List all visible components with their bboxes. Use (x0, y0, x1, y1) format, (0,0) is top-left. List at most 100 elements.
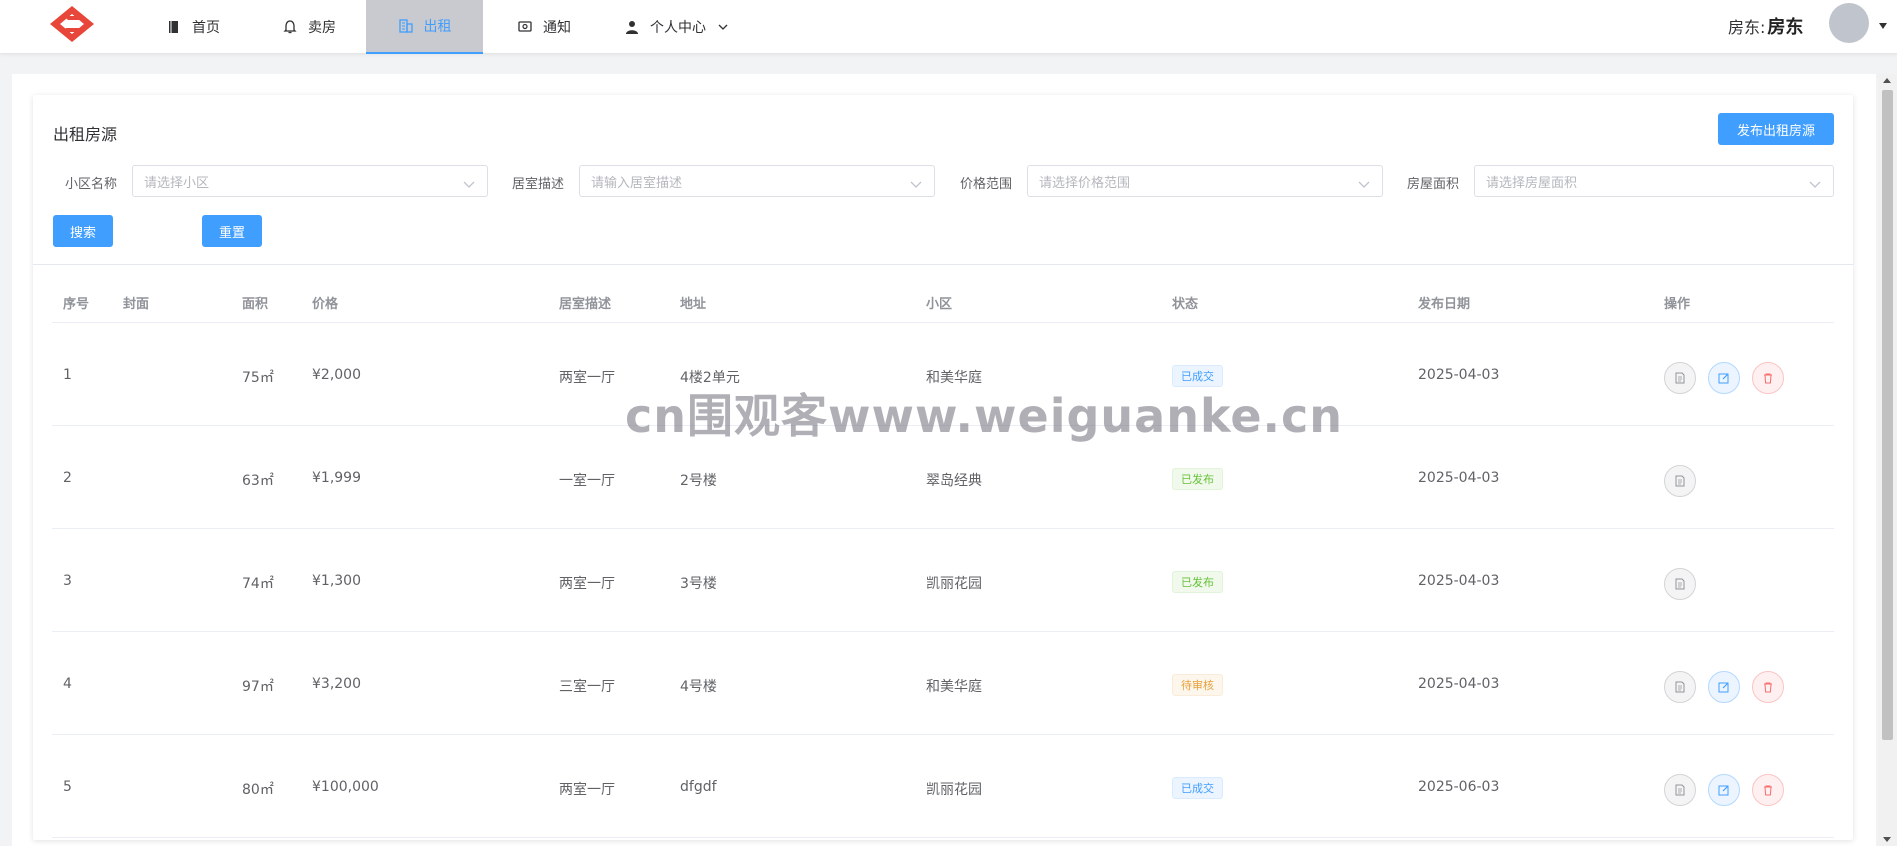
message-icon (517, 19, 533, 35)
cell-no: 4 (63, 676, 72, 692)
chevron-down-icon (910, 178, 922, 188)
user-icon (624, 19, 640, 35)
cell-price: ¥100,000 (312, 779, 379, 795)
delete-button[interactable] (1752, 362, 1784, 394)
avatar[interactable] (1829, 3, 1869, 43)
brand-logo[interactable] (44, 4, 100, 42)
cell-room: 两室一厅 (559, 782, 615, 798)
cell-area: 97㎡ (242, 679, 274, 695)
edit-icon (1718, 785, 1729, 796)
caret-down-icon[interactable] (1878, 18, 1888, 29)
col-header-cover: 封面 (123, 297, 150, 312)
edit-button[interactable] (1708, 671, 1740, 703)
nav-profile-label: 个人中心 (650, 20, 706, 36)
area-select-placeholder: 请选择房屋面积 (1486, 175, 1578, 191)
cell-no: 5 (63, 779, 72, 795)
edit-button[interactable] (1708, 362, 1740, 394)
price-select[interactable]: 请选择价格范围 (1027, 165, 1383, 197)
community-select[interactable]: 请选择小区 (132, 165, 488, 197)
delete-button[interactable] (1752, 774, 1784, 806)
rental-table: 序号 封面 面积 价格 居室描述 地址 小区 状态 发布日期 操作 1 75㎡ … (52, 281, 1834, 838)
view-button[interactable] (1664, 671, 1696, 703)
status-badge: 已成交 (1172, 777, 1223, 799)
document-icon (1675, 681, 1685, 693)
nav-notice[interactable]: 通知 (517, 0, 571, 54)
document-icon (1675, 475, 1685, 487)
edit-button[interactable] (1708, 774, 1740, 806)
nav-sell[interactable]: 卖房 (282, 0, 336, 54)
search-button[interactable]: 搜索 (53, 215, 113, 247)
col-header-address: 地址 (680, 297, 707, 312)
cell-room: 两室一厅 (559, 576, 615, 592)
col-header-area: 面积 (242, 297, 269, 312)
cell-community: 翠岛经典 (926, 473, 982, 489)
view-button[interactable] (1664, 568, 1696, 600)
table-row: 3 74㎡ ¥1,300 两室一厅 3号楼 凯丽花园 已发布 2025-04-0… (52, 529, 1834, 632)
cell-price: ¥1,999 (312, 470, 361, 486)
reset-button[interactable]: 重置 (202, 215, 262, 247)
building-icon (398, 18, 414, 34)
scroll-thumb[interactable] (1882, 90, 1893, 740)
chevron-down-icon (1358, 178, 1370, 188)
edit-icon (1718, 373, 1729, 384)
price-filter-label: 价格范围 (960, 177, 1013, 192)
cell-area: 75㎡ (242, 370, 274, 386)
book-icon (166, 19, 182, 35)
status-badge: 已发布 (1172, 468, 1223, 490)
nav-rent-label: 出租 (423, 19, 452, 35)
nav-rent[interactable]: 出租 (366, 0, 483, 54)
cell-room: 两室一厅 (559, 370, 615, 386)
table-header: 序号 封面 面积 价格 居室描述 地址 小区 状态 发布日期 操作 (52, 281, 1834, 323)
cell-price: ¥1,300 (312, 573, 361, 589)
document-icon (1675, 578, 1685, 590)
table-row: 5 80㎡ ¥100,000 两室一厅 dfgdf 凯丽花园 已成交 2025-… (52, 735, 1834, 838)
nav-profile[interactable]: 个人中心 (624, 0, 728, 54)
area-select[interactable]: 请选择房屋面积 (1474, 165, 1834, 197)
view-button[interactable] (1664, 465, 1696, 497)
logo-icon (50, 6, 94, 42)
trash-icon (1764, 373, 1772, 384)
page-scrollbar[interactable] (1878, 74, 1897, 846)
status-badge: 待审核 (1172, 674, 1223, 696)
landlord-prefix: 房东: (1728, 18, 1766, 37)
landlord-name: 房东 (1767, 17, 1804, 38)
room-select[interactable]: 请输入居室描述 (579, 165, 935, 197)
col-header-community: 小区 (926, 297, 953, 312)
chevron-down-icon (718, 22, 728, 32)
col-header-room: 居室描述 (559, 297, 612, 312)
cell-date: 2025-04-03 (1418, 676, 1500, 692)
publish-rental-button[interactable]: 发布出租房源 (1718, 113, 1834, 145)
document-icon (1675, 372, 1685, 384)
cell-room: 一室一厅 (559, 473, 615, 489)
cell-no: 2 (63, 470, 72, 486)
cell-address: 4号楼 (680, 679, 717, 695)
cell-date: 2025-04-03 (1418, 573, 1500, 589)
cell-community: 和美华庭 (926, 679, 982, 695)
filter-divider (33, 264, 1853, 265)
cell-price: ¥2,000 (312, 367, 361, 383)
edit-icon (1718, 682, 1729, 693)
view-button[interactable] (1664, 774, 1696, 806)
cell-price: ¥3,200 (312, 676, 361, 692)
table-row: 4 97㎡ ¥3,200 三室一厅 4号楼 和美华庭 待审核 2025-04-0… (52, 632, 1834, 735)
cell-area: 63㎡ (242, 473, 274, 489)
page-title: 出租房源 (53, 125, 118, 144)
room-select-placeholder: 请输入居室描述 (591, 175, 683, 191)
nav-home[interactable]: 首页 (166, 0, 220, 54)
cell-community: 凯丽花园 (926, 782, 982, 798)
community-filter-label: 小区名称 (65, 177, 118, 192)
scroll-down-arrow-icon[interactable] (1883, 837, 1891, 842)
nav-home-label: 首页 (192, 20, 220, 36)
scroll-up-arrow-icon[interactable] (1883, 78, 1891, 83)
chevron-down-icon (463, 178, 475, 188)
rental-listings-card: 出租房源 发布出租房源 小区名称 请选择小区 居室描述 请输入居室描述 价格范围… (33, 95, 1853, 840)
view-button[interactable] (1664, 362, 1696, 394)
cell-no: 3 (63, 573, 72, 589)
status-badge: 已发布 (1172, 571, 1223, 593)
watermark-text: cn围观客www.weiguanke.cn (625, 389, 1344, 443)
chevron-down-icon (1809, 178, 1821, 188)
nav-notice-label: 通知 (543, 20, 571, 36)
delete-button[interactable] (1752, 671, 1784, 703)
nav-sell-label: 卖房 (308, 20, 336, 36)
cell-no: 1 (63, 367, 72, 383)
